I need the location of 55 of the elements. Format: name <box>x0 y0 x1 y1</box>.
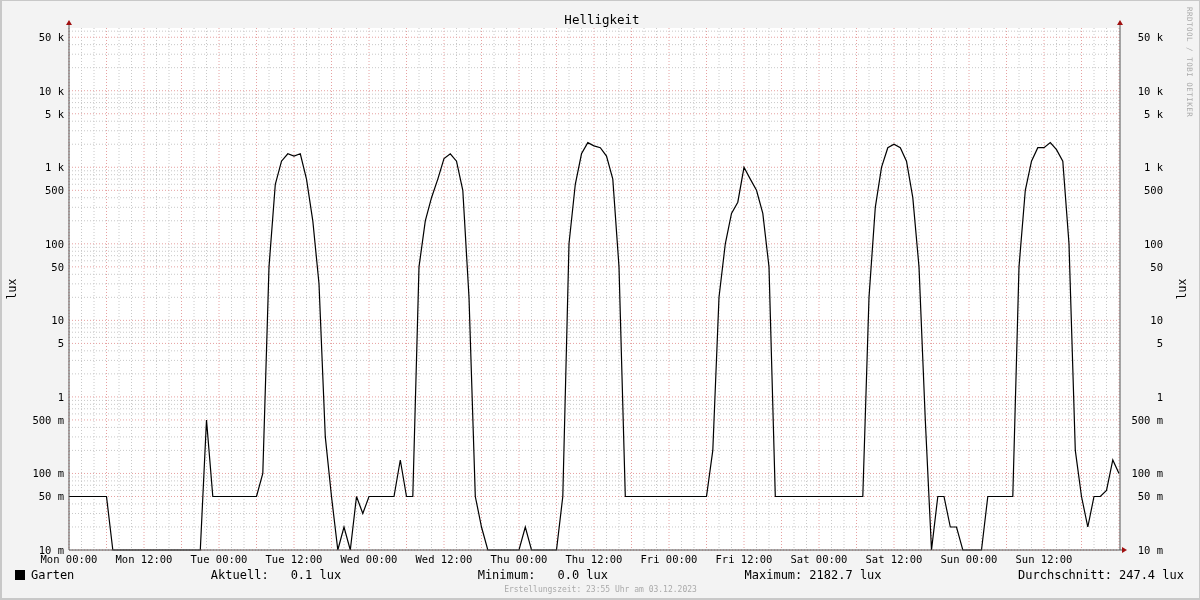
y-tick-label: 100 <box>45 237 64 250</box>
y-tick-label: 50 k <box>1137 31 1163 44</box>
y-tick-label: 500 m <box>1131 413 1163 426</box>
y-tick-label: 10 m <box>1137 544 1163 556</box>
y-tick-label: 1 k <box>45 161 64 174</box>
y-tick-label: 50 k <box>38 31 64 44</box>
y-tick-label: 10 <box>51 314 64 327</box>
y-tick-label: 5 k <box>1144 107 1163 120</box>
x-tick-label: Thu 12:00 <box>565 553 623 565</box>
y-tick-label: 5 k <box>45 107 64 120</box>
y-tick-label: 500 <box>45 184 64 197</box>
y-tick-label: 100 <box>1144 237 1163 250</box>
y-axis-label: lux <box>5 278 19 300</box>
x-tick-label: Sun 12:00 <box>1015 553 1073 565</box>
y-tick-label: 10 <box>1150 314 1163 327</box>
y-axis-label: lux <box>1175 278 1189 300</box>
x-tick-label: Tue 00:00 <box>190 553 248 565</box>
y-tick-label: 1 <box>1156 390 1163 403</box>
creation-time: Erstellungszeit: 23:55 Uhr am 03.12.2023 <box>504 585 697 594</box>
stat-value: 0.0 lux <box>557 568 609 582</box>
y-tick-label: 50 m <box>38 490 64 503</box>
y-tick-label: 1 k <box>1144 161 1163 174</box>
y-tick-label: 10 k <box>38 84 64 97</box>
x-tick-label: Wed 00:00 <box>340 553 398 565</box>
y-tick-label: 100 m <box>1131 467 1163 480</box>
stat-value: 0.1 lux <box>290 568 342 582</box>
x-tick-label: Mon 00:00 <box>40 553 98 565</box>
y-tick-label: 10 k <box>1137 84 1163 97</box>
stat-label: Durchschnitt: <box>1018 568 1112 582</box>
y-tick-label: 50 m <box>1137 490 1163 503</box>
y-tick-label: 500 <box>1144 184 1163 197</box>
x-tick-label: Wed 12:00 <box>415 553 473 565</box>
y-tick-label: 5 <box>1156 337 1163 350</box>
x-tick-label: Sat 00:00 <box>790 553 848 565</box>
x-tick-label: Sat 12:00 <box>865 553 923 565</box>
stat-label: Minimum: <box>477 568 536 582</box>
x-tick-label: Thu 00:00 <box>490 553 548 565</box>
y-tick-label: 10 m <box>38 544 64 556</box>
stat-label: Maximum: <box>744 568 803 582</box>
stat-label: Aktuell: <box>210 568 269 582</box>
x-tick-label: Tue 12:00 <box>265 553 323 565</box>
x-tick-label: Sun 00:00 <box>940 553 998 565</box>
x-tick-label: Mon 12:00 <box>115 553 173 565</box>
y-tick-label: 1 <box>57 390 64 403</box>
stat-value: 247.4 lux <box>1118 568 1184 582</box>
legend-label: Garten <box>31 568 75 582</box>
y-tick-label: 50 <box>51 260 64 273</box>
x-tick-label: Fri 00:00 <box>640 553 698 565</box>
y-tick-label: 50 <box>1150 260 1163 273</box>
y-tick-label: 500 m <box>32 413 64 426</box>
y-tick-label: 5 <box>57 337 64 350</box>
y-tick-label: 100 m <box>32 467 64 480</box>
x-tick-label: Fri 12:00 <box>715 553 773 565</box>
chart-title: Helligkeit <box>564 12 640 27</box>
stat-value: 2182.7 lux <box>809 568 882 582</box>
